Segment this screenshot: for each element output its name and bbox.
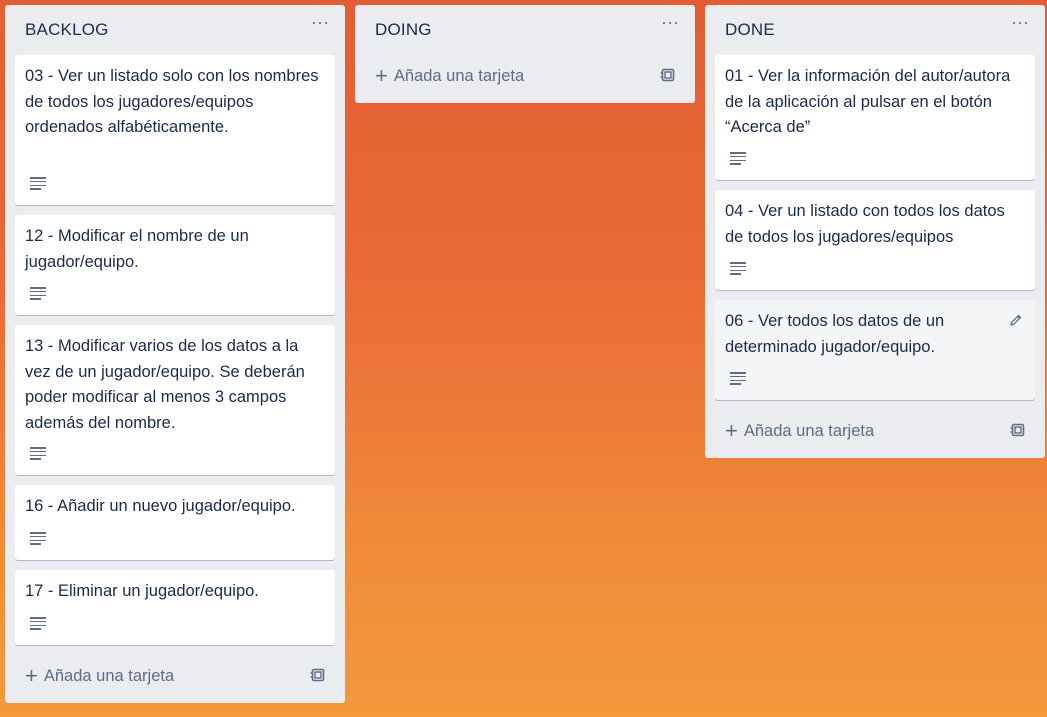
card[interactable]: 12 - Modificar el nombre de un jugador/e… — [15, 215, 335, 315]
card-title: 12 - Modificar el nombre de un jugador/e… — [25, 227, 249, 271]
list-menu-icon[interactable]: ··· — [311, 13, 329, 31]
description-icon — [730, 372, 746, 385]
description-icon — [730, 152, 746, 165]
card[interactable]: 01 - Ver la información del autor/autora… — [715, 55, 1035, 180]
list-header[interactable]: DONE ··· — [705, 5, 1045, 53]
card[interactable]: 06 - Ver todos los datos de un determina… — [715, 300, 1035, 400]
add-card-button[interactable]: + Añada una tarjeta — [375, 64, 524, 88]
card-template-icon[interactable] — [310, 668, 326, 682]
add-card-label: Añada una tarjeta — [393, 66, 525, 85]
description-icon — [730, 262, 746, 275]
list-menu-icon[interactable]: ··· — [661, 13, 679, 31]
card-template-icon[interactable] — [1010, 423, 1026, 437]
list-title[interactable]: DONE — [725, 20, 775, 40]
plus-icon: + — [375, 63, 388, 88]
card[interactable]: 16 - Añadir un nuevo jugador/equipo. — [15, 485, 335, 560]
list-header[interactable]: BACKLOG ··· — [5, 5, 345, 53]
card-title: 16 - Añadir un nuevo jugador/equipo. — [25, 497, 296, 515]
list-menu-icon[interactable]: ··· — [1011, 13, 1029, 31]
list-header[interactable]: DOING ··· — [355, 5, 695, 53]
list-done: DONE ··· 01 - Ver la información del aut… — [705, 5, 1045, 458]
card-title: 01 - Ver la información del autor/autora… — [725, 67, 1011, 136]
description-icon — [30, 177, 46, 190]
board: BACKLOG ··· 03 - Ver un listado solo con… — [0, 0, 1047, 717]
card-title: 17 - Eliminar un jugador/equipo. — [25, 582, 259, 600]
list-title[interactable]: DOING — [375, 20, 432, 40]
description-icon — [30, 447, 46, 460]
plus-icon: + — [25, 663, 38, 688]
card-title: 13 - Modificar varios de los datos a la … — [25, 337, 305, 432]
add-card-label: Añada una tarjeta — [743, 421, 875, 440]
description-icon — [30, 532, 46, 545]
add-card-button[interactable]: + Añada una tarjeta — [725, 419, 874, 443]
card-title: 04 - Ver un listado con todos los datos … — [725, 202, 1005, 246]
pencil-icon[interactable] — [1009, 313, 1023, 327]
card[interactable]: 04 - Ver un listado con todos los datos … — [715, 190, 1035, 290]
plus-icon: + — [725, 418, 738, 443]
card[interactable]: 17 - Eliminar un jugador/equipo. — [15, 570, 335, 645]
add-card-button[interactable]: + Añada una tarjeta — [25, 664, 174, 688]
list-title[interactable]: BACKLOG — [25, 20, 109, 40]
description-icon — [30, 287, 46, 300]
card-title: 06 - Ver todos los datos de un determina… — [725, 312, 945, 356]
card[interactable]: 03 - Ver un listado solo con los nombres… — [15, 55, 335, 205]
list-backlog: BACKLOG ··· 03 - Ver un listado solo con… — [5, 5, 345, 703]
card-template-icon[interactable] — [660, 68, 676, 82]
description-icon — [30, 617, 46, 630]
card[interactable]: 13 - Modificar varios de los datos a la … — [15, 325, 335, 475]
add-card-label: Añada una tarjeta — [43, 666, 175, 685]
card-title: 03 - Ver un listado solo con los nombres… — [25, 67, 319, 136]
list-doing: DOING ··· + Añada una tarjeta — [355, 5, 695, 103]
